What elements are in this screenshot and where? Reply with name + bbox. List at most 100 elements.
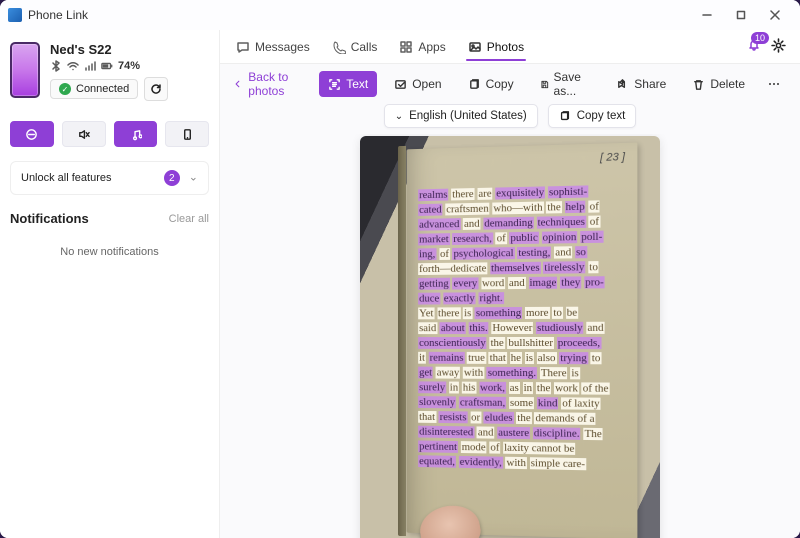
ocr-token[interactable]: simple care- bbox=[530, 457, 586, 470]
language-dropdown[interactable]: ⌄ English (United States) bbox=[384, 104, 538, 128]
ocr-token[interactable]: demands of a bbox=[534, 412, 595, 425]
ocr-token[interactable]: some bbox=[509, 397, 534, 409]
ocr-token[interactable]: research, bbox=[452, 232, 493, 245]
ocr-token[interactable]: is bbox=[463, 307, 472, 319]
more-button[interactable] bbox=[762, 71, 786, 97]
ocr-token[interactable]: it bbox=[418, 352, 426, 364]
music-button[interactable] bbox=[114, 121, 158, 147]
ocr-token[interactable]: is bbox=[570, 367, 579, 379]
ocr-token[interactable]: advanced bbox=[418, 218, 460, 231]
ocr-token[interactable]: getting bbox=[418, 278, 450, 290]
ocr-token[interactable]: realms bbox=[418, 189, 448, 202]
ocr-token[interactable]: there bbox=[437, 307, 460, 319]
ocr-token[interactable]: and bbox=[477, 426, 495, 438]
ocr-token[interactable]: be bbox=[566, 307, 579, 319]
ocr-token[interactable]: of bbox=[496, 232, 507, 244]
ocr-token[interactable]: the bbox=[536, 382, 551, 394]
ocr-token[interactable]: laxity cannot be bbox=[503, 442, 575, 455]
open-button[interactable]: Open bbox=[385, 71, 450, 97]
ocr-token[interactable]: and bbox=[554, 246, 572, 258]
ocr-token[interactable]: austere bbox=[497, 427, 530, 439]
ocr-token[interactable]: said bbox=[418, 322, 437, 334]
ocr-token[interactable]: more bbox=[525, 307, 550, 319]
tab-messages[interactable]: Messages bbox=[234, 34, 312, 60]
ocr-token[interactable]: testing, bbox=[517, 247, 551, 259]
cast-button[interactable] bbox=[165, 121, 209, 147]
ocr-token[interactable]: in bbox=[523, 382, 534, 394]
ocr-token[interactable]: that bbox=[489, 352, 507, 364]
ocr-token[interactable]: true bbox=[467, 352, 486, 364]
ocr-token[interactable]: sophisti- bbox=[548, 185, 588, 198]
ocr-token[interactable]: to bbox=[588, 261, 599, 273]
ocr-token[interactable]: evidently, bbox=[459, 456, 503, 469]
ocr-token[interactable]: poll- bbox=[580, 231, 603, 243]
tab-photos[interactable]: Photos bbox=[466, 34, 526, 60]
tab-apps[interactable]: Apps bbox=[397, 34, 447, 60]
ocr-token[interactable]: kind bbox=[537, 397, 559, 409]
ocr-token[interactable]: trying bbox=[559, 352, 588, 364]
maximize-button[interactable] bbox=[724, 3, 758, 27]
ocr-token[interactable]: get bbox=[418, 367, 433, 379]
ocr-token[interactable]: of bbox=[589, 216, 600, 228]
ocr-token[interactable]: or bbox=[470, 411, 481, 423]
ocr-token[interactable]: proceeds, bbox=[557, 337, 601, 349]
dnd-button[interactable] bbox=[10, 121, 54, 147]
ocr-token[interactable]: of bbox=[439, 248, 450, 260]
refresh-button[interactable] bbox=[144, 77, 168, 101]
ocr-token[interactable]: opinion bbox=[542, 231, 578, 244]
ocr-token[interactable]: of bbox=[589, 200, 600, 212]
settings-button[interactable] bbox=[771, 38, 786, 56]
ocr-token[interactable]: studiously bbox=[536, 322, 584, 334]
ocr-token[interactable]: craftsmen bbox=[445, 203, 489, 216]
ocr-token[interactable]: so bbox=[575, 246, 587, 258]
ocr-token[interactable]: disinterested bbox=[418, 426, 474, 439]
ocr-token[interactable]: craftsman, bbox=[459, 396, 506, 408]
ocr-token[interactable]: bullshitter bbox=[507, 337, 554, 349]
ocr-token[interactable]: to bbox=[591, 352, 602, 364]
copy-text-button[interactable]: Copy text bbox=[548, 104, 637, 128]
minimize-button[interactable] bbox=[690, 3, 724, 27]
ocr-token[interactable]: There bbox=[540, 367, 568, 379]
ocr-token[interactable]: that bbox=[418, 411, 436, 423]
ocr-token[interactable]: equated, bbox=[418, 455, 456, 468]
ocr-token[interactable]: right. bbox=[479, 292, 504, 304]
ocr-token[interactable]: every bbox=[452, 277, 478, 289]
ocr-token[interactable]: psychological bbox=[453, 247, 515, 260]
ocr-token[interactable]: who—with bbox=[492, 202, 543, 215]
ocr-token[interactable]: the bbox=[516, 412, 531, 424]
share-button[interactable]: Share bbox=[607, 71, 675, 97]
ocr-token[interactable]: and bbox=[463, 218, 481, 230]
ocr-token[interactable]: this. bbox=[468, 322, 488, 334]
ocr-token[interactable]: something. bbox=[487, 367, 537, 379]
ocr-token[interactable]: pertinent bbox=[418, 440, 458, 452]
ocr-token[interactable]: work, bbox=[479, 382, 506, 394]
ocr-token[interactable]: mode bbox=[461, 441, 487, 453]
ocr-token[interactable]: with bbox=[506, 457, 527, 469]
ocr-token[interactable]: ing, bbox=[418, 248, 436, 260]
ocr-token[interactable]: of bbox=[489, 442, 500, 454]
ocr-token[interactable]: of laxity bbox=[561, 397, 600, 409]
ocr-text-overlay[interactable]: realms there are exquisitely sophisti- c… bbox=[418, 184, 619, 473]
ocr-token[interactable]: help bbox=[565, 201, 586, 214]
clear-all-button[interactable]: Clear all bbox=[169, 213, 209, 225]
ocr-token[interactable]: tirelessly bbox=[543, 261, 585, 274]
ocr-token[interactable]: with bbox=[463, 367, 484, 379]
ocr-token[interactable]: exactly bbox=[443, 292, 476, 304]
tab-calls[interactable]: Calls bbox=[330, 34, 380, 60]
ocr-token[interactable]: the bbox=[489, 337, 504, 349]
ocr-token[interactable]: about bbox=[440, 322, 466, 334]
ocr-token[interactable]: conscientiously bbox=[418, 337, 487, 349]
ocr-token[interactable]: also bbox=[537, 352, 557, 364]
close-button[interactable] bbox=[758, 3, 792, 27]
ocr-token[interactable]: pro- bbox=[584, 276, 605, 288]
delete-button[interactable]: Delete bbox=[683, 71, 754, 97]
mute-button[interactable] bbox=[62, 121, 106, 147]
ocr-token[interactable]: themselves bbox=[490, 262, 541, 275]
unlock-features-button[interactable]: Unlock all features 2 ⌄ bbox=[10, 161, 209, 195]
ocr-token[interactable]: they bbox=[560, 276, 581, 288]
ocr-token[interactable]: forth—dedicate bbox=[418, 262, 487, 275]
ocr-token[interactable]: work bbox=[554, 382, 579, 394]
ocr-token[interactable]: remains bbox=[429, 352, 465, 364]
ocr-token[interactable]: However bbox=[491, 322, 533, 334]
saveas-button[interactable]: Save as... bbox=[531, 64, 600, 104]
